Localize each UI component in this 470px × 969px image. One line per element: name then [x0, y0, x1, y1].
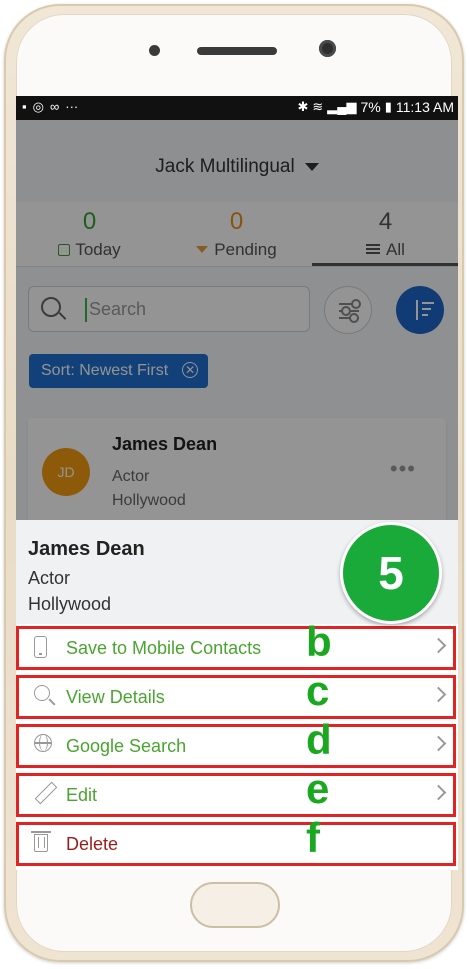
status-bar: ▪ ◎ ∞ ··· ✱ ≋ ▂▄▆ 7% ▮ 11:13 AM [16, 96, 458, 120]
option-label: Google Search [66, 736, 187, 756]
home-button[interactable] [190, 882, 280, 928]
front-camera [319, 40, 336, 57]
globe-icon [34, 734, 52, 752]
option-label: Delete [66, 834, 119, 854]
google-search-option[interactable]: Google Search d [16, 716, 458, 770]
sheet-contact-name: James Dean [28, 538, 145, 560]
trash-icon [31, 831, 51, 852]
battery-icon: ▮ [384, 99, 392, 114]
clock: 11:13 AM [395, 99, 454, 115]
annotation-letter: d [306, 716, 332, 763]
annotation-letter: e [306, 765, 330, 812]
sheet-contact-title: Actor [28, 568, 71, 588]
sheet-contact-company: Hollywood [28, 594, 112, 614]
edit-option[interactable]: Edit e [16, 765, 458, 819]
phone-icon [34, 636, 47, 658]
save-to-contacts-option[interactable]: Save to Mobile Contacts b [16, 618, 458, 672]
zoom-icon [34, 685, 50, 701]
delete-option[interactable]: Delete f [16, 814, 458, 868]
signal-icon: ▂▄▆ [327, 99, 357, 114]
option-label: Save to Mobile Contacts [66, 638, 262, 658]
step-badge: 5 [340, 522, 442, 624]
option-label: Edit [66, 785, 98, 805]
proximity-sensor [149, 45, 160, 56]
more-notifications-icon: ··· [65, 99, 79, 114]
bluetooth-icon: ✱ [297, 99, 309, 114]
annotation-letter: c [306, 667, 330, 714]
phone-screen: ▪ ◎ ∞ ··· ✱ ≋ ▂▄▆ 7% ▮ 11:13 AM Jack Mul… [16, 96, 458, 870]
wifi-icon: ≋ [312, 99, 324, 114]
earpiece-speaker [197, 47, 277, 55]
hotspot-icon: ◎ [32, 99, 44, 114]
annotation-letter: b [306, 618, 332, 665]
annotation-letter: f [306, 814, 320, 861]
option-label: View Details [66, 687, 165, 707]
voicemail-icon: ∞ [49, 99, 60, 114]
message-icon: ▪ [22, 99, 27, 114]
view-details-option[interactable]: View Details c [16, 667, 458, 721]
battery-percent: 7% [360, 99, 381, 115]
